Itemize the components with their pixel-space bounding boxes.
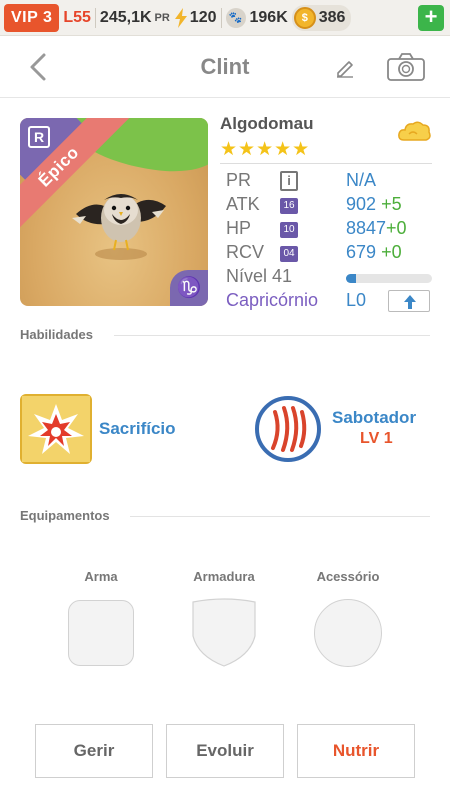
player-level: L55 xyxy=(63,8,91,26)
add-coins-button[interactable]: + xyxy=(418,4,444,31)
equipment-label-weapon: Arma xyxy=(84,569,118,584)
stat-value: 902 xyxy=(346,194,377,214)
section-divider xyxy=(130,516,430,517)
divider xyxy=(220,7,222,28)
lightning-icon xyxy=(174,7,187,28)
power-stat: 245,1K PR xyxy=(100,9,170,27)
skills-section-title: Habilidades xyxy=(20,327,93,342)
skill-name-sacrificio[interactable]: Sacrifício xyxy=(99,419,176,439)
stat-value-group: 679 +0 xyxy=(346,242,402,263)
stat-label: PR xyxy=(226,170,252,190)
accessory-slot[interactable] xyxy=(314,599,382,667)
stat-label: ATK xyxy=(226,194,260,214)
stat-row-hp: HP 10 8847+0 xyxy=(220,218,432,242)
stat-value: 8847 xyxy=(346,218,387,238)
top-status-bar: VIP 3 L55 245,1K PR 120 🐾 196K $ 386 + xyxy=(0,0,450,36)
level-progress-bar xyxy=(346,274,432,283)
equipment-label-armor: Armadura xyxy=(193,569,255,584)
stat-bonus: +0 xyxy=(386,218,407,238)
stat-value: 679 xyxy=(346,242,377,262)
explosion-icon xyxy=(22,396,90,462)
coin-stat[interactable]: $ 386 xyxy=(291,4,352,31)
skill-name-sabotador[interactable]: Sabotador xyxy=(332,408,416,428)
info-icon[interactable]: i xyxy=(280,171,298,191)
pencil-icon[interactable] xyxy=(334,56,356,78)
page-title: Clint xyxy=(200,53,250,79)
cloud-element-icon xyxy=(398,121,431,141)
equipment-label-accessory: Acessório xyxy=(316,569,380,584)
power-unit: PR xyxy=(154,11,170,24)
stat-bonus: +5 xyxy=(381,194,402,214)
energy-value: 120 xyxy=(189,8,217,26)
stat-value: N/A xyxy=(346,170,377,190)
pet-card[interactable]: R Épico ♑ xyxy=(20,118,208,306)
stat-label: HP xyxy=(226,218,252,238)
rank-badge: R xyxy=(28,126,50,148)
back-arrow-icon[interactable] xyxy=(26,52,50,82)
stat-badge: 04 xyxy=(280,246,298,262)
stat-badge: 10 xyxy=(280,222,298,238)
paw-stat[interactable]: 🐾 196K xyxy=(225,7,288,28)
stat-label: RCV xyxy=(226,242,265,262)
pet-info-panel: Algodomau ★★★★★ PR i N/A ATK 16 902 +5 H… xyxy=(220,114,432,312)
stat-row-rcv: RCV 04 679 +0 xyxy=(220,242,432,266)
coin-icon: $ xyxy=(293,6,316,29)
zodiac-level: L0 xyxy=(346,290,367,310)
stat-value-group: 902 +5 xyxy=(346,194,402,215)
coin-value: 386 xyxy=(318,8,346,26)
level-progress-fill xyxy=(346,274,357,283)
camera-icon[interactable] xyxy=(386,52,426,82)
upgrade-zodiac-button[interactable] xyxy=(388,290,430,312)
skill-level: LV 1 xyxy=(360,430,393,447)
pet-illustration xyxy=(72,194,166,260)
stat-row-pr: PR i N/A xyxy=(220,170,432,194)
energy-stat[interactable]: 120 xyxy=(174,7,217,28)
zodiac-row: Capricórnio L0 xyxy=(220,290,432,314)
weapon-slot[interactable] xyxy=(68,600,134,666)
level-label: Nível 41 xyxy=(226,266,293,286)
stat-value-group: 8847+0 xyxy=(346,218,407,239)
equipment-section-title: Equipamentos xyxy=(20,508,110,523)
arrow-up-icon xyxy=(404,295,416,309)
divider xyxy=(94,7,96,28)
claw-marks-icon xyxy=(271,406,307,452)
nav-header: Clint xyxy=(0,36,450,98)
level-row: Nível 41 xyxy=(220,266,432,290)
stat-badge: 16 xyxy=(280,198,298,214)
zodiac-label: Capricórnio xyxy=(226,290,319,310)
stat-row-atk: ATK 16 902 +5 xyxy=(220,194,432,218)
paw-value: 196K xyxy=(249,8,288,26)
section-divider xyxy=(114,335,430,336)
sacrifice-skill-icon[interactable] xyxy=(20,394,92,464)
vip-badge[interactable]: VIP 3 xyxy=(4,3,60,32)
stat-bonus: +0 xyxy=(381,242,402,262)
manage-button[interactable]: Gerir xyxy=(35,724,153,778)
evolve-button[interactable]: Evoluir xyxy=(166,724,284,778)
sabotage-skill-icon[interactable] xyxy=(255,396,321,462)
armor-slot[interactable] xyxy=(190,598,258,668)
paw-icon: 🐾 xyxy=(225,7,246,28)
feed-button[interactable]: Nutrir xyxy=(297,724,415,778)
capricorn-icon: ♑ xyxy=(170,270,208,306)
power-value: 245,1K xyxy=(99,8,152,26)
